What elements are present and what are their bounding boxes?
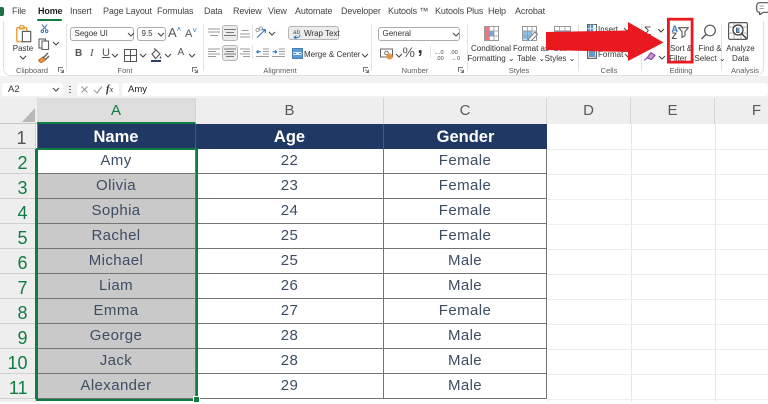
svg-text:→: →: [451, 56, 457, 60]
svg-text:.00: .00: [436, 56, 444, 60]
svg-text:0: 0: [457, 56, 460, 60]
svg-text:ab: ab: [293, 29, 301, 36]
